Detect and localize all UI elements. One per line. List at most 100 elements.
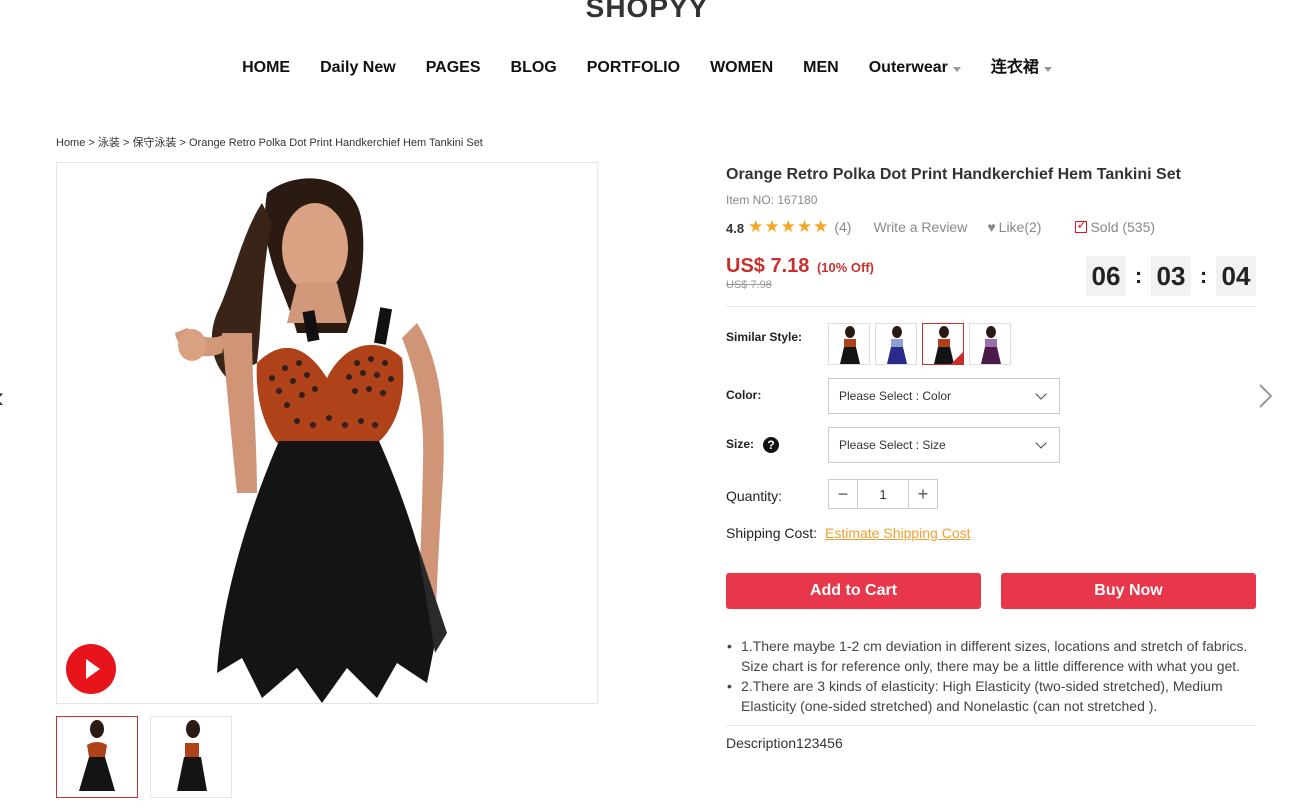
countdown-timer: 06 : 03 : 04: [1086, 256, 1256, 296]
breadcrumb-current: Orange Retro Polka Dot Print Handkerchie…: [188, 137, 483, 149]
heart-icon: ♥: [987, 218, 996, 235]
nav-label: PORTFOLIO: [586, 59, 681, 76]
nav-label: Daily New: [320, 59, 396, 76]
product-title: Orange Retro Polka Dot Print Handkerchie…: [726, 166, 1181, 183]
breadcrumb-category[interactable]: 泳装: [98, 137, 120, 149]
swatch-image: [981, 326, 1001, 364]
quantity-stepper: − 1 +: [828, 479, 938, 509]
color-label: Color:: [726, 388, 762, 402]
price-value: US$ 7.18: [726, 255, 810, 277]
product-notes: 1.There maybe 1-2 cm deviation in differ…: [726, 636, 1256, 716]
swatch-option-selected[interactable]: [922, 323, 964, 365]
add-to-cart-button[interactable]: Add to Cart: [726, 573, 981, 609]
star-icon: ★: [764, 216, 780, 236]
chevron-left-icon[interactable]: ‹: [0, 381, 4, 415]
swatch-image: [934, 326, 954, 364]
star-icon: ★: [780, 216, 796, 236]
swatch-option[interactable]: [828, 323, 870, 365]
similar-style-label: Similar Style:: [726, 330, 803, 344]
nav-item-home[interactable]: HOME: [227, 58, 305, 78]
like-button[interactable]: ♥ Like(2): [987, 219, 1041, 235]
breadcrumb-sep: >: [176, 137, 189, 149]
chevron-right-icon[interactable]: [1256, 381, 1276, 411]
quantity-input[interactable]: 1: [858, 479, 908, 509]
caret-down-icon: [1043, 66, 1052, 72]
site-logo[interactable]: SHOPYY: [0, 0, 1294, 24]
thumbnail-image: [177, 720, 207, 791]
countdown-separator: :: [1199, 263, 1208, 288]
nav-item-pages[interactable]: PAGES: [411, 58, 496, 78]
rating-stars: ★ ★ ★ ★ ★: [748, 216, 829, 236]
swatch-image: [840, 326, 860, 364]
countdown-separator: :: [1134, 263, 1143, 288]
item-number: Item NO: 167180: [726, 193, 818, 207]
thumbnail-2[interactable]: [150, 716, 232, 798]
sold-label: Sold (535): [1090, 218, 1156, 235]
divider: [726, 306, 1256, 307]
estimate-shipping-link[interactable]: Estimate Shipping Cost: [825, 525, 971, 541]
description-tab[interactable]: Description123456: [726, 735, 843, 751]
original-price: US$ 7.98: [726, 279, 772, 291]
countdown-seconds: 04: [1216, 256, 1256, 296]
checkbox-icon: [1075, 217, 1088, 233]
play-video-button[interactable]: [66, 644, 116, 694]
countdown-hours: 06: [1086, 256, 1126, 296]
breadcrumb-sep: >: [85, 137, 98, 149]
nav-item-men[interactable]: MEN: [788, 58, 854, 78]
review-count[interactable]: (4): [834, 219, 851, 235]
shipping-cost-label: Shipping Cost:: [726, 525, 818, 541]
nav-label: HOME: [242, 59, 291, 76]
plus-button[interactable]: +: [908, 479, 938, 509]
nav-label: BLOG: [510, 59, 557, 76]
product-main-image[interactable]: [56, 162, 598, 704]
nav-item-women[interactable]: WOMEN: [695, 58, 788, 78]
breadcrumb: Home > 泳装 > 保守泳装 > Orange Retro Polka Do…: [56, 134, 483, 150]
nav-label: 连衣裙: [990, 59, 1039, 76]
nav-item-dresses[interactable]: 连衣裙: [976, 58, 1067, 78]
discount-badge: (10% Off): [816, 260, 875, 275]
star-icon: ★: [796, 216, 813, 236]
color-select[interactable]: Please Select : Color: [828, 378, 1060, 414]
nav-item-outerwear[interactable]: Outerwear: [854, 58, 976, 78]
sold-count: Sold (535): [1075, 217, 1156, 235]
size-label: Size:: [726, 437, 755, 451]
nav-item-blog[interactable]: BLOG: [496, 58, 572, 78]
write-review-link[interactable]: Write a Review: [873, 219, 967, 235]
divider: [726, 725, 1256, 726]
note-item: 1.There maybe 1-2 cm deviation in differ…: [726, 636, 1256, 676]
swatch-option[interactable]: [969, 323, 1011, 365]
main-nav: HOME Daily New PAGES BLOG PORTFOLIO WOME…: [0, 58, 1294, 78]
nav-item-daily-new[interactable]: Daily New: [305, 58, 411, 78]
rating-value: 4.8: [726, 221, 745, 236]
product-price: US$ 7.18 (10% Off): [726, 255, 874, 278]
nav-label: WOMEN: [710, 59, 774, 76]
like-label: Like(2): [998, 218, 1042, 235]
swatch-option[interactable]: [875, 323, 917, 365]
similar-style-swatches: [828, 323, 1011, 365]
nav-item-portfolio[interactable]: PORTFOLIO: [572, 58, 695, 78]
caret-down-icon: [952, 66, 961, 72]
nav-label: Outerwear: [868, 59, 948, 76]
buy-now-button[interactable]: Buy Now: [1001, 573, 1256, 609]
thumbnail-image: [79, 720, 115, 791]
color-select-value: Please Select : Color: [839, 389, 952, 403]
star-icon: ★: [748, 216, 764, 236]
rating-row: 4.8 ★ ★ ★ ★ ★ (4) Write a Review ♥ Like(…: [726, 216, 1156, 237]
nav-label: MEN: [803, 59, 839, 76]
countdown-minutes: 03: [1151, 256, 1191, 296]
size-select-value: Please Select : Size: [839, 438, 946, 452]
note-item: 2.There are 3 kinds of elasticity: High …: [726, 676, 1256, 716]
model-illustration: [57, 163, 597, 703]
breadcrumb-subcategory[interactable]: 保守泳装: [132, 137, 176, 149]
help-icon[interactable]: ?: [763, 437, 779, 453]
breadcrumb-sep: >: [119, 137, 133, 149]
minus-button[interactable]: −: [828, 479, 858, 509]
thumbnail-1[interactable]: [56, 716, 138, 798]
size-select[interactable]: Please Select : Size: [828, 427, 1060, 463]
chevron-down-icon: [1035, 388, 1047, 400]
star-icon: ★: [813, 216, 829, 236]
nav-label: PAGES: [425, 59, 481, 76]
quantity-label: Quantity:: [726, 488, 783, 504]
breadcrumb-home[interactable]: Home: [56, 137, 85, 149]
swatch-image: [887, 326, 907, 364]
